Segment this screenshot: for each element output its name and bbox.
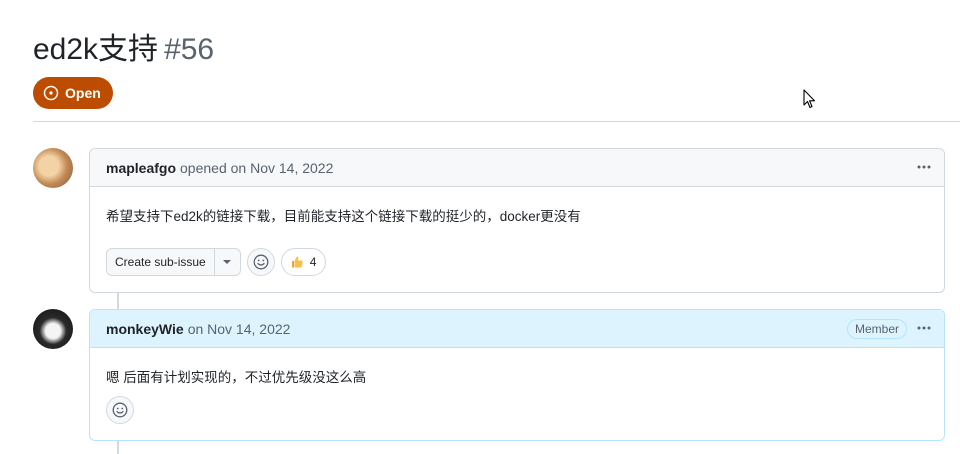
create-sub-issue-split-button: Create sub-issue [106,248,241,276]
comment-options-button[interactable] [914,157,934,177]
avatar-monkeywie[interactable] [33,309,73,349]
header-divider [33,121,960,122]
comment-body: 嗯 后面有计划实现的，不过优先级没这么高 [106,370,367,385]
issue-title-text: ed2k支持 [33,33,159,66]
issue-number: #56 [164,33,215,66]
reaction-count: 4 [309,255,317,269]
issue-state-label: Open [65,85,101,101]
create-sub-issue-dropdown[interactable] [213,249,240,275]
issue-title: ed2k支持 #56 [33,24,214,68]
add-reaction-button[interactable] [106,396,134,424]
smiley-icon [112,402,128,418]
thumbs-up-reaction[interactable]: 4 [280,248,327,276]
comment-author[interactable]: mapleafgo [106,160,176,176]
comment-actions: Create sub-issue 4 [106,248,327,276]
comment-reply: monkeyWie on Nov 14, 2022 Member 嗯 后面有计划… [89,309,945,441]
avatar-mapleafgo[interactable] [33,148,73,188]
smiley-icon [253,254,269,270]
member-role-badge: Member [846,319,907,339]
triangle-down-icon [223,260,232,264]
comment-meta[interactable]: opened on Nov 14, 2022 [180,160,333,176]
comment-options-button[interactable] [914,318,934,338]
comment-author[interactable]: monkeyWie [106,321,184,337]
comment-header: monkeyWie on Nov 14, 2022 Member [90,310,944,348]
issue-open-icon [43,85,59,101]
comment-body: 希望支持下ed2k的链接下载，目前能支持这个链接下载的挺少的，docker更没有 [106,209,581,224]
kebab-horizontal-icon [917,165,931,169]
comment-header: mapleafgo opened on Nov 14, 2022 [90,149,944,187]
comment-actions [106,396,134,424]
kebab-horizontal-icon [917,326,931,330]
mouse-cursor-icon [803,89,816,109]
create-sub-issue-button[interactable]: Create sub-issue [107,249,214,275]
thumbs-up-icon [291,256,303,268]
add-reaction-button[interactable] [246,248,275,276]
issue-state-badge: Open [33,77,113,109]
comment-opening: mapleafgo opened on Nov 14, 2022 希望支持下ed… [89,148,945,293]
comment-meta[interactable]: on Nov 14, 2022 [188,321,291,337]
